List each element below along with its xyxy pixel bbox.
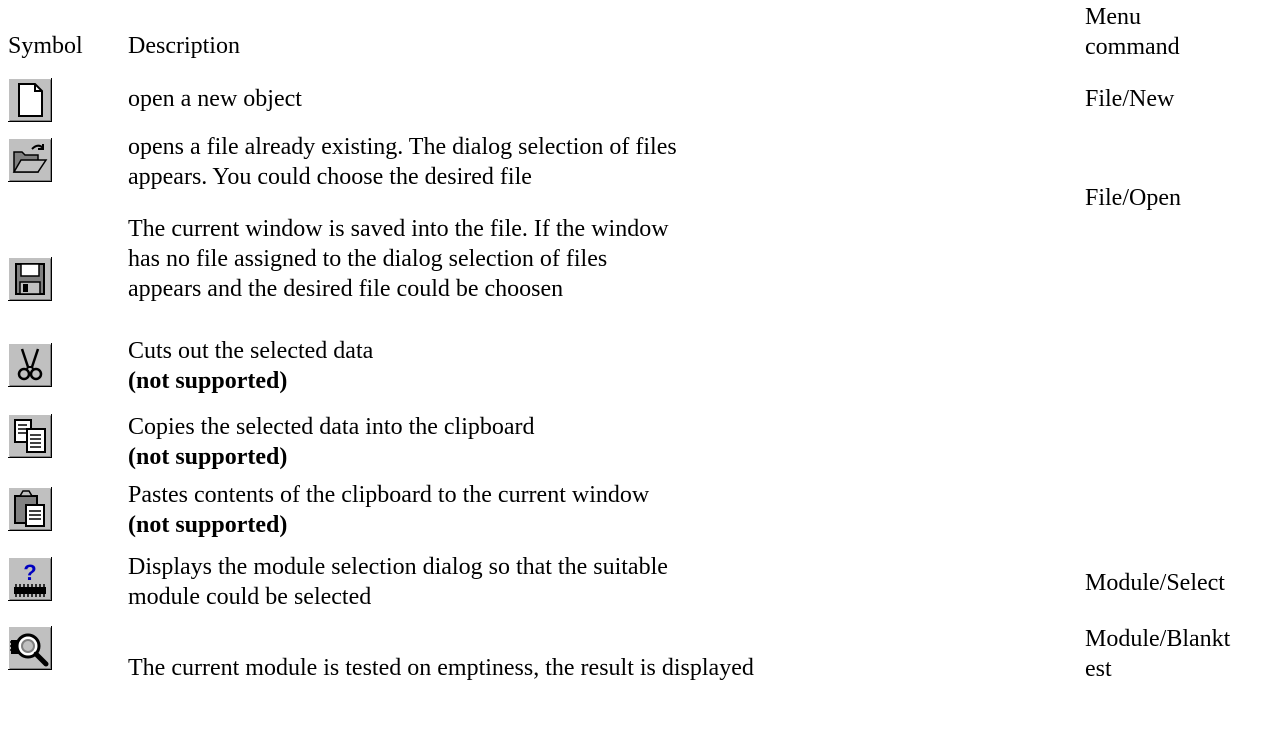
row-menu-command: File/Open [1085, 185, 1181, 211]
header-menu-line2: command [1085, 34, 1180, 60]
header-menu-line1: Menu [1085, 4, 1141, 30]
svg-text:?: ? [23, 560, 36, 585]
row-menu-command: Module/Blankt est [1085, 624, 1285, 684]
table-row: Pastes contents of the clipboard to the … [0, 480, 1287, 550]
not-supported-note: (not supported) [128, 368, 288, 394]
table-row: open a new object File/New [0, 70, 1287, 128]
copy-icon[interactable] [8, 414, 52, 458]
row-menu-command: File/New [1085, 86, 1175, 112]
blank-test-icon[interactable] [8, 626, 52, 670]
table-row: ? Displays the module selection dialog s… [0, 550, 1287, 620]
row-description: The current module is tested on emptines… [128, 655, 754, 681]
header-menu-command: Menu command [1085, 2, 1285, 62]
row-description: Cuts out the selected data (not supporte… [128, 336, 683, 396]
row-menu-command: Module/Select [1085, 570, 1225, 596]
row-description: Displays the module selection dialog so … [128, 554, 668, 610]
row-description: open a new object [128, 86, 302, 112]
not-supported-note: (not supported) [128, 512, 288, 538]
header-description: Description [128, 33, 240, 59]
table-row: Cuts out the selected data (not supporte… [0, 335, 1287, 411]
save-disk-icon[interactable] [8, 257, 52, 301]
table-row: opens a file already existing. The dialo… [0, 128, 1287, 213]
module-select-icon[interactable]: ? [8, 557, 52, 601]
row-description-text: Cuts out the selected data [128, 338, 374, 364]
row-description-text: Copies the selected data into the clipbo… [128, 414, 535, 440]
table-row: The current module is tested on emptines… [0, 620, 1287, 749]
header-symbol: Symbol [8, 33, 83, 59]
new-file-icon[interactable] [8, 78, 52, 122]
row-menu-command-line1: Module/Blankt [1085, 626, 1231, 652]
row-description-text: Pastes contents of the clipboard to the … [128, 482, 650, 508]
paste-clipboard-icon[interactable] [8, 487, 52, 531]
row-menu-command-line2: est [1085, 656, 1112, 682]
table-row: The current window is saved into the fil… [0, 213, 1287, 335]
row-description: Copies the selected data into the clipbo… [128, 412, 683, 472]
row-description: Pastes contents of the clipboard to the … [128, 480, 683, 540]
scissors-cut-icon[interactable] [8, 343, 52, 387]
row-description: opens a file already existing. The dialo… [128, 134, 677, 190]
table-row: Copies the selected data into the clipbo… [0, 411, 1287, 480]
row-description: The current window is saved into the fil… [128, 216, 669, 302]
open-folder-icon[interactable] [8, 138, 52, 182]
not-supported-note: (not supported) [128, 444, 288, 470]
